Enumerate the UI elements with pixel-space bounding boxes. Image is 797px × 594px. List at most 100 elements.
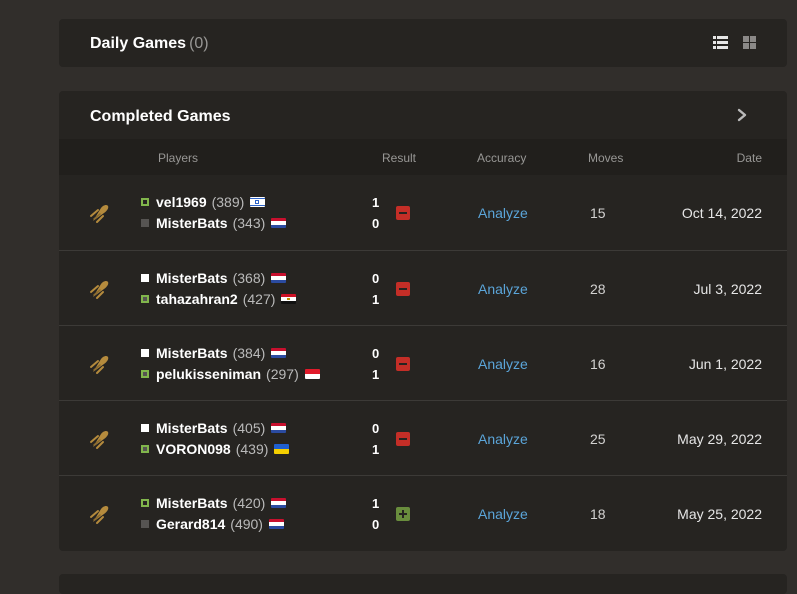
- move-count: 18: [590, 506, 606, 522]
- player-username[interactable]: vel1969: [156, 194, 207, 210]
- player-username[interactable]: VORON098: [156, 441, 231, 457]
- player-rating: (420): [232, 495, 266, 511]
- israel-flag: [250, 197, 266, 207]
- header-players[interactable]: Players: [158, 151, 198, 165]
- daily-games-title: Daily Games (0): [90, 35, 209, 53]
- bullet-icon: [90, 280, 109, 299]
- piece-color-indicator: [141, 349, 149, 357]
- player-rating: (343): [232, 215, 266, 231]
- loss-icon: [396, 432, 410, 446]
- analyze-link[interactable]: Analyze: [478, 506, 528, 522]
- player-rating: (384): [232, 345, 266, 361]
- player-p2[interactable]: tahazahran2 (427): [141, 290, 297, 308]
- daily-games-count: (0): [189, 35, 209, 52]
- score-player-1: 0: [372, 346, 380, 361]
- player-rating: (368): [232, 270, 266, 286]
- piece-color-indicator: [141, 219, 149, 227]
- chevron-right-icon[interactable]: [735, 107, 749, 123]
- completed-games-title: Completed Games: [90, 108, 231, 125]
- player-username[interactable]: MisterBats: [156, 495, 228, 511]
- score-player-1: 1: [372, 195, 380, 210]
- player-p2[interactable]: pelukisseniman (297): [141, 365, 320, 383]
- player-username[interactable]: MisterBats: [156, 345, 228, 361]
- analyze-link[interactable]: Analyze: [478, 205, 528, 221]
- player-rating: (297): [266, 366, 299, 382]
- score-player-2: 1: [372, 442, 380, 457]
- game-row[interactable]: MisterBats (368) tahazahran2 (427) 0 1 Analyze…: [59, 250, 787, 326]
- game-row[interactable]: MisterBats (405) VORON098 (439) 0 1 Analyze 25 M…: [59, 400, 787, 476]
- player-rating: (490): [230, 516, 263, 532]
- next-panel: [59, 574, 787, 594]
- player-username[interactable]: MisterBats: [156, 420, 228, 436]
- move-count: 28: [590, 281, 606, 297]
- player-username[interactable]: MisterBats: [156, 270, 228, 286]
- piece-color-indicator: [141, 295, 149, 303]
- loss-icon: [396, 206, 410, 220]
- score-player-1: 1: [372, 496, 380, 511]
- win-icon: [396, 507, 410, 521]
- game-date: Oct 14, 2022: [681, 205, 762, 221]
- game-row[interactable]: MisterBats (384) pelukisseniman (297) 0 1 Anal…: [59, 325, 787, 401]
- player-p1[interactable]: vel1969 (389): [141, 193, 266, 211]
- player-username[interactable]: Gerard814: [156, 516, 225, 532]
- loss-icon: [396, 282, 410, 296]
- piece-color-indicator: [141, 274, 149, 282]
- netherlands-flag: [271, 348, 287, 358]
- analyze-link[interactable]: Analyze: [478, 281, 528, 297]
- netherlands-flag: [271, 218, 287, 228]
- netherlands-flag: [271, 273, 287, 283]
- move-count: 16: [590, 356, 606, 372]
- netherlands-flag: [271, 498, 287, 508]
- netherlands-flag: [271, 423, 287, 433]
- header-moves[interactable]: Moves: [588, 151, 623, 165]
- piece-color-indicator: [141, 424, 149, 432]
- daily-games-panel: Daily Games (0): [59, 19, 787, 67]
- analyze-link[interactable]: Analyze: [478, 431, 528, 447]
- header-accuracy[interactable]: Accuracy: [477, 151, 526, 165]
- score-player-1: 0: [372, 271, 380, 286]
- header-date[interactable]: Date: [737, 151, 762, 165]
- score-player-2: 0: [372, 216, 380, 231]
- egypt-flag: [281, 294, 297, 304]
- table-header: Players Result Accuracy Moves Date: [59, 139, 787, 175]
- player-p2[interactable]: MisterBats (343): [141, 214, 287, 232]
- game-date: May 25, 2022: [677, 506, 762, 522]
- bullet-icon: [90, 430, 109, 449]
- score-player-2: 0: [372, 517, 380, 532]
- indonesia-flag: [304, 369, 320, 379]
- bullet-icon: [90, 505, 109, 524]
- analyze-link[interactable]: Analyze: [478, 356, 528, 372]
- player-username[interactable]: pelukisseniman: [156, 366, 261, 382]
- player-rating: (389): [211, 194, 245, 210]
- loss-icon: [396, 357, 410, 371]
- piece-color-indicator: [141, 499, 149, 507]
- game-row[interactable]: vel1969 (389) MisterBats (343) 1 0 Analyze 15 Oc…: [59, 175, 787, 250]
- player-username[interactable]: tahazahran2: [156, 291, 238, 307]
- move-count: 15: [590, 205, 606, 221]
- netherlands-flag: [268, 519, 284, 529]
- piece-color-indicator: [141, 520, 149, 528]
- header-result[interactable]: Result: [382, 151, 416, 165]
- player-p1[interactable]: MisterBats (384): [141, 344, 287, 362]
- view-toggle: [713, 36, 757, 49]
- ukraine-flag: [274, 444, 290, 454]
- player-p2[interactable]: VORON098 (439): [141, 440, 290, 458]
- player-p1[interactable]: MisterBats (368): [141, 269, 287, 287]
- player-rating: (405): [232, 420, 266, 436]
- player-p2[interactable]: Gerard814 (490): [141, 515, 284, 533]
- game-date: Jun 1, 2022: [688, 356, 762, 372]
- game-row[interactable]: MisterBats (420) Gerard814 (490) 1 0 Analyze 18…: [59, 475, 787, 551]
- completed-games-panel: Completed Games Players Result Accuracy …: [59, 91, 787, 551]
- score-player-2: 1: [372, 292, 380, 307]
- game-date: Jul 3, 2022: [693, 281, 763, 297]
- list-view-icon[interactable]: [713, 36, 728, 49]
- score-player-2: 1: [372, 367, 380, 382]
- score-player-1: 0: [372, 421, 380, 436]
- player-rating: (427): [242, 291, 276, 307]
- player-rating: (439): [235, 441, 269, 457]
- player-p1[interactable]: MisterBats (405): [141, 419, 287, 437]
- player-p1[interactable]: MisterBats (420): [141, 494, 287, 512]
- grid-view-icon[interactable]: [742, 36, 757, 49]
- player-username[interactable]: MisterBats: [156, 215, 228, 231]
- daily-games-title-text: Daily Games: [90, 35, 187, 52]
